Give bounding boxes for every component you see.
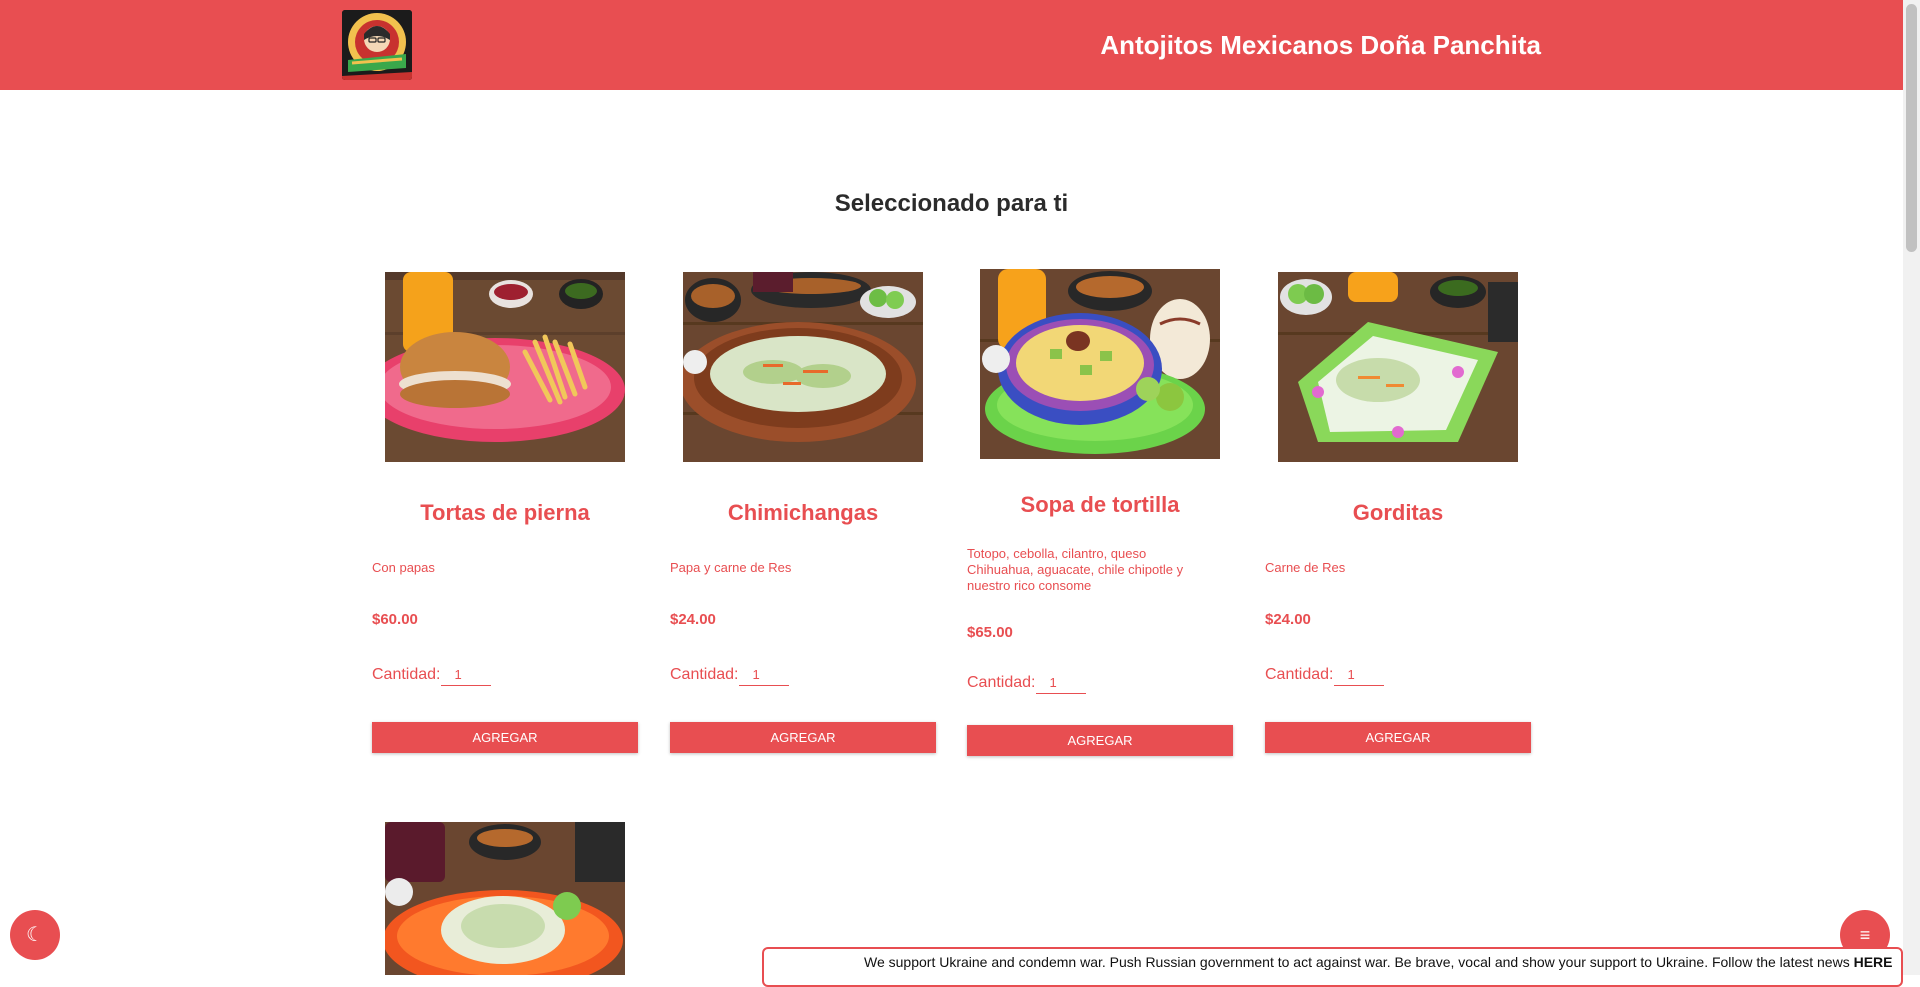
quantity-label: Cantidad:: [670, 666, 739, 683]
banner-text: We support Ukraine and condemn war. Push…: [864, 954, 1854, 970]
quantity-input[interactable]: [1035, 675, 1086, 694]
quantity-row: Cantidad:: [967, 674, 1086, 694]
banner-link[interactable]: HERE: [1854, 954, 1893, 970]
product-name: Gorditas: [1352, 500, 1444, 525]
menu-icon: ≡: [1859, 925, 1871, 945]
quantity-input[interactable]: [1333, 667, 1384, 686]
page-scrollbar[interactable]: [1903, 0, 1920, 975]
product-description: Con papas: [372, 560, 435, 575]
quantity-label: Cantidad:: [1265, 666, 1334, 683]
product-image: [385, 822, 625, 975]
quantity-input[interactable]: [738, 667, 789, 686]
quantity-row: Cantidad:: [1265, 666, 1384, 686]
add-to-cart-button[interactable]: AGREGAR: [1265, 722, 1531, 753]
product-name: Sopa de tortilla: [1020, 492, 1180, 517]
product-image: [683, 272, 923, 462]
product-description: Totopo, cebolla, cilantro, queso Chihuah…: [967, 546, 1184, 593]
product-image: [385, 272, 625, 462]
product-name: Tortas de pierna: [420, 500, 590, 525]
site-header: Antojitos Mexicanos Doña Panchita: [0, 0, 1903, 90]
quantity-label: Cantidad:: [967, 674, 1036, 691]
quantity-row: Cantidad:: [372, 666, 491, 686]
product-price: $24.00: [670, 611, 716, 628]
add-to-cart-button[interactable]: AGREGAR: [372, 722, 638, 753]
product-image: [980, 269, 1220, 459]
moon-icon: ☾: [26, 924, 44, 946]
quantity-label: Cantidad:: [372, 666, 441, 683]
dark-mode-toggle[interactable]: ☾: [10, 910, 60, 960]
product-price: $65.00: [967, 624, 1013, 641]
product-description: Papa y carne de Res: [670, 560, 792, 575]
product-name: Chimichangas: [727, 500, 879, 525]
add-to-cart-button[interactable]: AGREGAR: [670, 722, 936, 753]
quantity-input[interactable]: [440, 667, 491, 686]
product-description: Carne de Res: [1265, 560, 1346, 575]
product-price: $24.00: [1265, 611, 1311, 628]
section-title: Seleccionado para ti: [834, 190, 1069, 217]
site-title: Antojitos Mexicanos Doña Panchita: [1100, 30, 1541, 60]
product-image: [1278, 272, 1518, 462]
scrollbar-thumb[interactable]: [1906, 4, 1917, 252]
ukraine-support-banner: We support Ukraine and condemn war. Push…: [762, 947, 1903, 987]
product-price: $60.00: [372, 611, 418, 628]
add-to-cart-button[interactable]: AGREGAR: [967, 725, 1233, 756]
restaurant-logo[interactable]: [342, 10, 412, 80]
quantity-row: Cantidad:: [670, 666, 789, 686]
